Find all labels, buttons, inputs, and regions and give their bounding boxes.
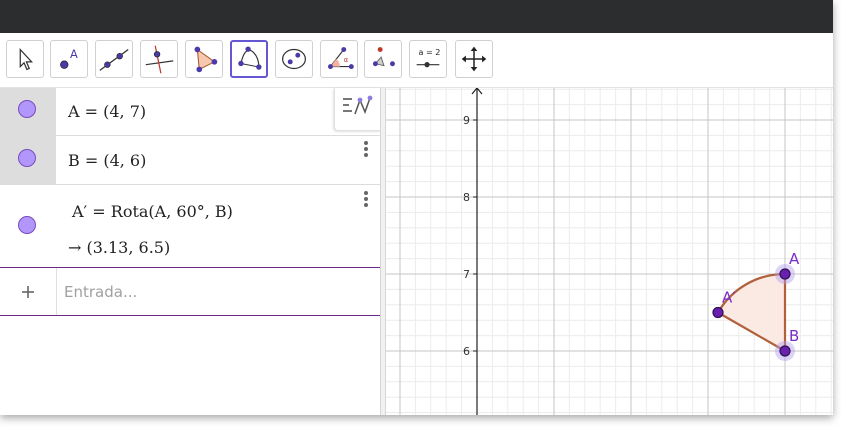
slider-icon: a = 2: [416, 48, 441, 68]
cursor-arrow-icon: [19, 47, 34, 71]
algebra-expression-a-prime[interactable]: A′ = Rota(A, 60°, B): [72, 202, 233, 221]
algebra-row-a-prime[interactable]: A′ = Rota(A, 60°, B) → (3.13, 6.5): [0, 185, 380, 267]
angle-icon: α: [328, 47, 354, 70]
point-label: A′: [722, 289, 736, 307]
algebra-input-field[interactable]: [62, 278, 366, 306]
algebra-row-a[interactable]: A = (4, 7): [0, 88, 380, 136]
input-bar: [0, 267, 380, 316]
slider-tool-button[interactable]: a = 2: [409, 40, 447, 78]
transformation-tool-button[interactable]: [364, 40, 402, 78]
algebra-result: → (3.13, 6.5): [68, 238, 171, 257]
move-arrows-icon: [461, 46, 487, 72]
point-label: A: [789, 250, 800, 268]
point-b[interactable]: [779, 345, 791, 357]
graphics-view[interactable]: 9 8 7 6 A B A′: [386, 88, 833, 415]
algebra-view: A = (4, 7) B = (4, 6) A′ = Rota(A, 60°, …: [0, 88, 380, 415]
visibility-toggle[interactable]: [18, 100, 36, 118]
y-tick-label: 7: [463, 268, 470, 281]
ellipse-icon: [282, 48, 306, 70]
point-a-prime[interactable]: [712, 306, 724, 319]
line-tool-button[interactable]: [95, 40, 133, 78]
polygon-icon: [194, 46, 218, 73]
point-tool-button[interactable]: A: [50, 40, 88, 78]
circular-arc-tool-button[interactable]: [230, 40, 268, 78]
conic-tool-button[interactable]: [275, 40, 313, 78]
slider-tool-label: a = 2: [419, 48, 441, 57]
visibility-toggle[interactable]: [18, 149, 36, 167]
more-options-icon[interactable]: [356, 191, 376, 211]
visibility-toggle[interactable]: [18, 216, 36, 234]
point-tool-label: A: [70, 47, 78, 61]
more-options-icon[interactable]: [356, 141, 376, 161]
y-tick-label: 8: [463, 191, 470, 204]
y-tick-label: 6: [463, 345, 470, 358]
move-graphics-view-tool-button[interactable]: [455, 40, 493, 78]
point-a[interactable]: [779, 268, 791, 280]
plus-icon: [22, 286, 34, 298]
title-bar: [0, 0, 833, 33]
row-marker: [0, 136, 56, 184]
transformation-icon: [372, 47, 395, 67]
angle-tool-button[interactable]: α: [320, 40, 358, 78]
minor-grid: [386, 88, 833, 415]
algebra-style-bar-button[interactable]: [334, 88, 381, 131]
construction: A B A′: [712, 250, 800, 361]
y-tick-label: 9: [463, 114, 470, 127]
algebra-row-b[interactable]: B = (4, 6): [0, 136, 380, 185]
circular-arc-icon: [238, 46, 262, 70]
add-icon[interactable]: [0, 268, 57, 315]
perpendicular-line-tool-button[interactable]: [140, 40, 178, 78]
circular-sector[interactable]: [716, 272, 787, 353]
point-icon: A: [60, 47, 78, 69]
graphics-canvas[interactable]: 9 8 7 6 A B A′: [386, 88, 833, 415]
point-label: B: [789, 327, 799, 345]
algebra-description-icon: [343, 95, 373, 115]
geogebra-window: A α a = 2 A = (4, 7) B = (4, 6) A′ = Rot…: [0, 0, 833, 415]
row-marker: [0, 185, 56, 267]
move-tool-button[interactable]: [6, 40, 44, 78]
algebra-expression-b[interactable]: B = (4, 6): [68, 151, 146, 170]
polygon-tool-button[interactable]: [185, 40, 223, 78]
perpendicular-line-icon: [145, 45, 174, 74]
row-marker: [0, 88, 56, 135]
algebra-expression-a[interactable]: A = (4, 7): [68, 102, 146, 121]
angle-tool-label: α: [344, 56, 349, 64]
toolbar: A α a = 2: [0, 33, 833, 88]
line-through-two-points-icon: [99, 49, 129, 71]
